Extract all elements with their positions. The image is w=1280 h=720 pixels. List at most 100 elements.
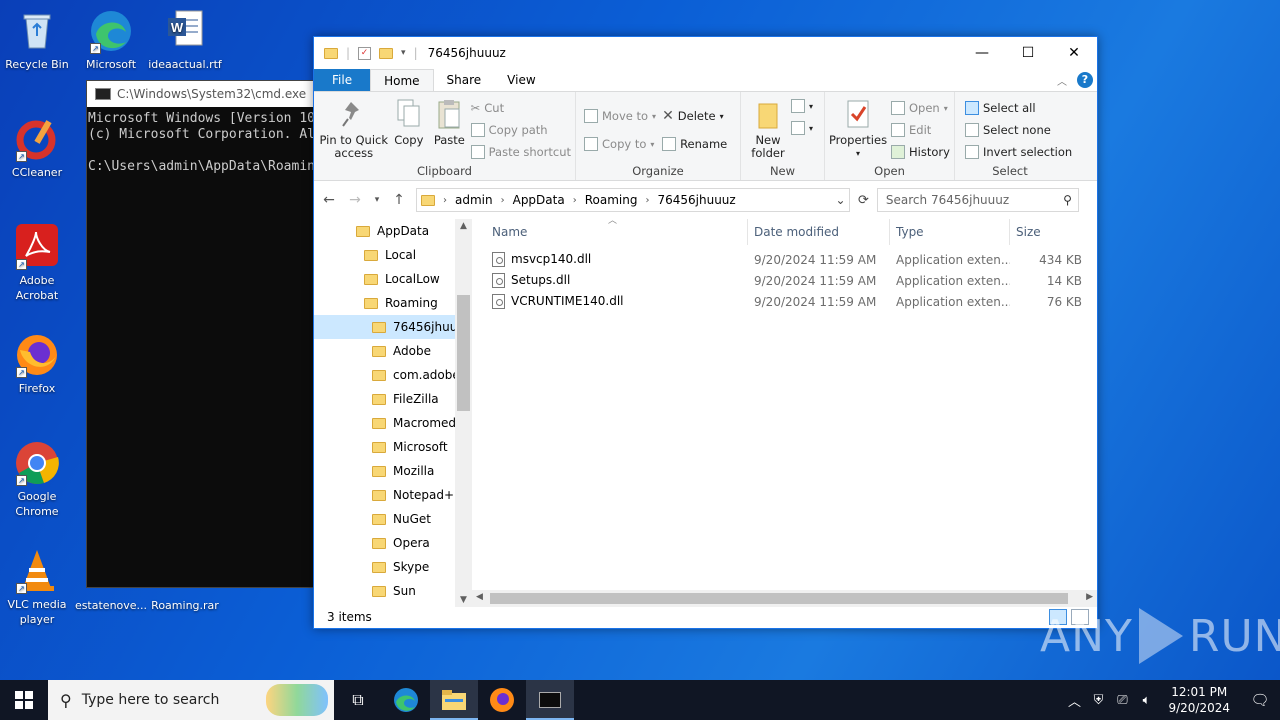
scrollbar-thumb[interactable]	[490, 593, 1068, 604]
up-arrow-icon[interactable]: ↑	[390, 192, 408, 208]
address-dropdown-icon[interactable]: ⌄	[831, 193, 849, 207]
tree-item[interactable]: Roaming	[314, 291, 472, 315]
rename-button[interactable]: Rename	[662, 136, 727, 152]
horizontal-scrollbar[interactable]: ◀ ▶	[472, 590, 1097, 607]
search-box[interactable]: Search 76456jhuuuz ⚲	[876, 188, 1079, 212]
paste-shortcut-button[interactable]: Paste shortcut	[470, 144, 571, 160]
select-none-button[interactable]: Select none	[965, 122, 1072, 138]
taskbar-cmd[interactable]	[526, 680, 574, 720]
defender-icon[interactable]: ⛨	[1086, 693, 1110, 708]
cmd-output[interactable]: Microsoft Windows [Version 10 (c) Micros…	[87, 107, 315, 175]
column-header-date[interactable]: Date modified	[748, 219, 890, 245]
tree-item[interactable]: NuGet	[314, 507, 472, 531]
breadcrumb-roaming[interactable]: Roaming	[585, 193, 638, 207]
scroll-up-icon[interactable]: ▲	[455, 221, 472, 231]
desktop-icon-chrome[interactable]: ↗ Google Chrome	[0, 440, 74, 519]
refresh-icon[interactable]: ⟳	[858, 193, 869, 208]
desktop-icon-edge[interactable]: ↗ Microsoft	[74, 8, 148, 72]
tree-item[interactable]: Macromedi	[314, 411, 472, 435]
cmd-window[interactable]: C:\Windows\System32\cmd.exe Microsoft Wi…	[86, 80, 316, 588]
scroll-left-icon[interactable]: ◀	[476, 592, 483, 602]
tree-item[interactable]: Mozilla	[314, 459, 472, 483]
history-button[interactable]: History	[891, 144, 950, 160]
explorer-titlebar[interactable]: | ✓ ▾ | 76456jhuuuz — ☐ ✕	[314, 37, 1097, 69]
file-row[interactable]: msvcp140.dll 9/20/2024 11:59 AM Applicatio…	[486, 249, 1097, 270]
desktop-icon-ccleaner[interactable]: ↗ CCleaner	[0, 116, 74, 180]
tree-item[interactable]: LocalLow	[314, 267, 472, 291]
taskbar-file-explorer[interactable]	[430, 680, 478, 720]
desktop-icon-roaming-rar[interactable]: Roaming.rar	[148, 598, 222, 613]
copy-to-button[interactable]: Copy to ▾	[584, 136, 656, 152]
breadcrumb-appdata[interactable]: AppData	[513, 193, 565, 207]
file-row[interactable]: Setups.dll 9/20/2024 11:59 AM Application …	[486, 270, 1097, 291]
chevron-up-icon[interactable]: ︿	[1062, 691, 1086, 710]
invert-selection-button[interactable]: Invert selection	[965, 144, 1072, 160]
delete-button[interactable]: ✕ Delete ▾	[662, 108, 727, 124]
chevron-right-icon[interactable]: ›	[443, 195, 447, 206]
scrollbar-thumb[interactable]	[457, 295, 470, 411]
breadcrumb-admin[interactable]: admin	[455, 193, 493, 207]
network-icon[interactable]: ⎚	[1110, 693, 1134, 708]
properties-check-icon[interactable]: ✓	[358, 46, 372, 60]
edit-button[interactable]: Edit	[891, 122, 950, 138]
maximize-button[interactable]: ☐	[1005, 37, 1051, 69]
tab-home[interactable]: Home	[370, 69, 434, 91]
tree-item[interactable]: Notepad++	[314, 483, 472, 507]
column-header-size[interactable]: Size	[1010, 219, 1090, 245]
minimize-button[interactable]: —	[959, 37, 1005, 69]
close-button[interactable]: ✕	[1051, 37, 1097, 69]
collapse-ribbon-icon[interactable]: ︿	[1057, 73, 1067, 88]
tab-view[interactable]: View	[494, 69, 548, 91]
desktop-icon-acrobat[interactable]: ↗ Adobe Acrobat	[0, 224, 74, 303]
tree-item[interactable]: com.adobe.	[314, 363, 472, 387]
vertical-scrollbar[interactable]: ▲ ▼	[455, 219, 472, 607]
column-header-type[interactable]: Type	[890, 219, 1010, 245]
help-icon[interactable]: ?	[1077, 72, 1093, 88]
tree-item[interactable]: Opera	[314, 531, 472, 555]
tree-item[interactable]: Skype	[314, 555, 472, 579]
volume-icon[interactable]: 🔈︎	[1134, 693, 1158, 708]
address-bar[interactable]: › admin › AppData › Roaming › 76456jhuuu…	[416, 188, 850, 212]
start-button[interactable]	[0, 680, 48, 720]
new-folder-icon[interactable]	[379, 47, 394, 59]
scroll-right-icon[interactable]: ▶	[1086, 592, 1093, 602]
file-row[interactable]: VCRUNTIME140.dll 9/20/2024 11:59 AM Applic…	[486, 291, 1097, 312]
chevron-right-icon[interactable]: ›	[645, 195, 649, 206]
tab-share[interactable]: Share	[434, 69, 495, 91]
easy-access-button[interactable]: ▾	[791, 120, 813, 136]
forward-arrow-icon[interactable]: →	[346, 192, 364, 208]
tree-item[interactable]: Local	[314, 243, 472, 267]
tree-item[interactable]: Sun	[314, 579, 472, 603]
move-to-button[interactable]: Move to ▾	[584, 108, 656, 124]
file-list[interactable]: ︿ Name Date modified Type Size msvcp140.…	[472, 216, 1097, 607]
chevron-right-icon[interactable]: ›	[573, 195, 577, 206]
recent-dropdown-icon[interactable]: ▾	[372, 195, 382, 205]
desktop-icon-recycle-bin[interactable]: Recycle Bin	[0, 8, 74, 72]
copy-path-button[interactable]: Copy path	[470, 122, 571, 138]
navigation-pane[interactable]: AppData Local LocalLow Roaming 76456jhuuuz Ad…	[314, 219, 472, 607]
new-item-button[interactable]: ▾	[791, 98, 813, 114]
back-arrow-icon[interactable]: ←	[320, 192, 338, 208]
notification-icon[interactable]: 🗨︎	[1240, 691, 1280, 709]
desktop-icon-rtf[interactable]: W ideaactual.rtf	[148, 8, 222, 72]
desktop-icon-estatenove[interactable]: estatenove...	[74, 598, 148, 613]
task-view-button[interactable]: ⧉	[334, 680, 382, 720]
select-all-button[interactable]: Select all	[965, 100, 1072, 116]
desktop-icon-vlc[interactable]: ↗ VLC media player	[0, 548, 74, 627]
breadcrumb-current[interactable]: 76456jhuuuz	[657, 193, 735, 207]
tree-item[interactable]: Adobe	[314, 339, 472, 363]
tree-item[interactable]: 76456jhuuuz	[314, 315, 472, 339]
chevron-right-icon[interactable]: ›	[501, 195, 505, 206]
tree-item[interactable]: Microsoft	[314, 435, 472, 459]
file-explorer-window[interactable]: | ✓ ▾ | 76456jhuuuz — ☐ ✕ File Home Shar…	[313, 36, 1098, 629]
open-button[interactable]: Open ▾	[891, 100, 950, 116]
scroll-down-icon[interactable]: ▼	[455, 595, 472, 605]
taskbar-firefox[interactable]	[478, 680, 526, 720]
tree-item[interactable]: AppData	[314, 219, 472, 243]
clock[interactable]: 12:01 PM 9/20/2024	[1158, 684, 1240, 716]
taskbar-search-box[interactable]: ⚲ Type here to search	[48, 680, 334, 720]
desktop-icon-firefox[interactable]: ↗ Firefox	[0, 332, 74, 396]
cmd-titlebar[interactable]: C:\Windows\System32\cmd.exe	[87, 81, 315, 107]
tab-file[interactable]: File	[314, 69, 371, 91]
tree-item[interactable]: FileZilla	[314, 387, 472, 411]
